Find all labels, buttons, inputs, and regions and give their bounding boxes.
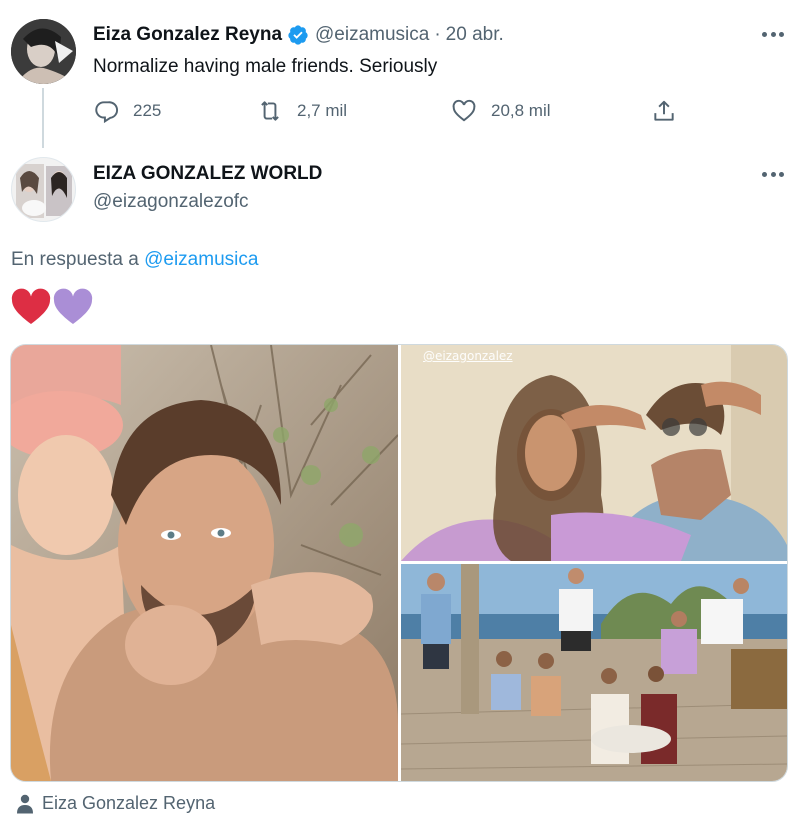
reply-button[interactable]: 225 (93, 96, 161, 126)
reply-author-handle[interactable]: @eizagonzalezofc (93, 191, 249, 213)
original-tweet: Eiza Gonzalez Reyna @eizamusica · 20 abr… (0, 0, 800, 148)
share-button[interactable] (651, 96, 691, 126)
reply-more-icon[interactable] (762, 170, 784, 178)
tagged-user-name: Eiza Gonzalez Reyna (42, 793, 216, 813)
purple-heart-emoji (53, 288, 93, 324)
retweet-button[interactable]: 2,7 mil (257, 96, 347, 126)
reply-icon (95, 101, 119, 124)
replying-to: En respuesta a @eizamusica (11, 249, 258, 271)
tweet-date[interactable]: 20 abr. (446, 24, 504, 46)
tweet-header: Eiza Gonzalez Reyna @eizamusica · 20 abr… (93, 22, 504, 48)
tagged-people[interactable]: Eiza Gonzalez Reyna (16, 793, 215, 814)
header-separator: · (434, 24, 441, 45)
share-icon (654, 100, 674, 121)
tweet-text: Normalize having male friends. Seriously (93, 56, 438, 77)
reply-prefix: En respuesta a (11, 249, 139, 270)
reply-author-name[interactable]: EIZA GONZALEZ WORLD (93, 163, 322, 185)
retweet-count: 2,7 mil (297, 101, 348, 120)
media-grid: @eizagonzalez (10, 344, 788, 782)
photo-couple-sun[interactable]: @eizagonzalez (401, 345, 787, 561)
photo-selfie[interactable] (11, 345, 398, 781)
reply-author-avatar[interactable] (11, 157, 76, 222)
red-heart-emoji (11, 288, 51, 324)
retweet-icon (261, 101, 279, 121)
reply-mention-link[interactable]: @eizamusica (144, 249, 258, 270)
photo-watermark: @eizagonzalez (423, 349, 513, 363)
like-count: 20,8 mil (491, 101, 551, 120)
author-avatar[interactable] (11, 19, 76, 84)
person-icon (17, 794, 33, 813)
like-icon (452, 99, 476, 122)
more-icon[interactable] (762, 30, 784, 38)
like-button[interactable]: 20,8 mil (451, 96, 551, 126)
tweet-actions: 225 2,7 mil 20,8 mil (93, 96, 693, 126)
author-handle[interactable]: @eizamusica (315, 24, 429, 46)
verified-badge-icon (287, 24, 309, 46)
author-name[interactable]: Eiza Gonzalez Reyna (93, 24, 282, 46)
photo-group[interactable] (401, 564, 787, 781)
thread-connector (42, 88, 44, 148)
emoji-text (11, 288, 93, 326)
reply-count: 225 (133, 101, 162, 120)
